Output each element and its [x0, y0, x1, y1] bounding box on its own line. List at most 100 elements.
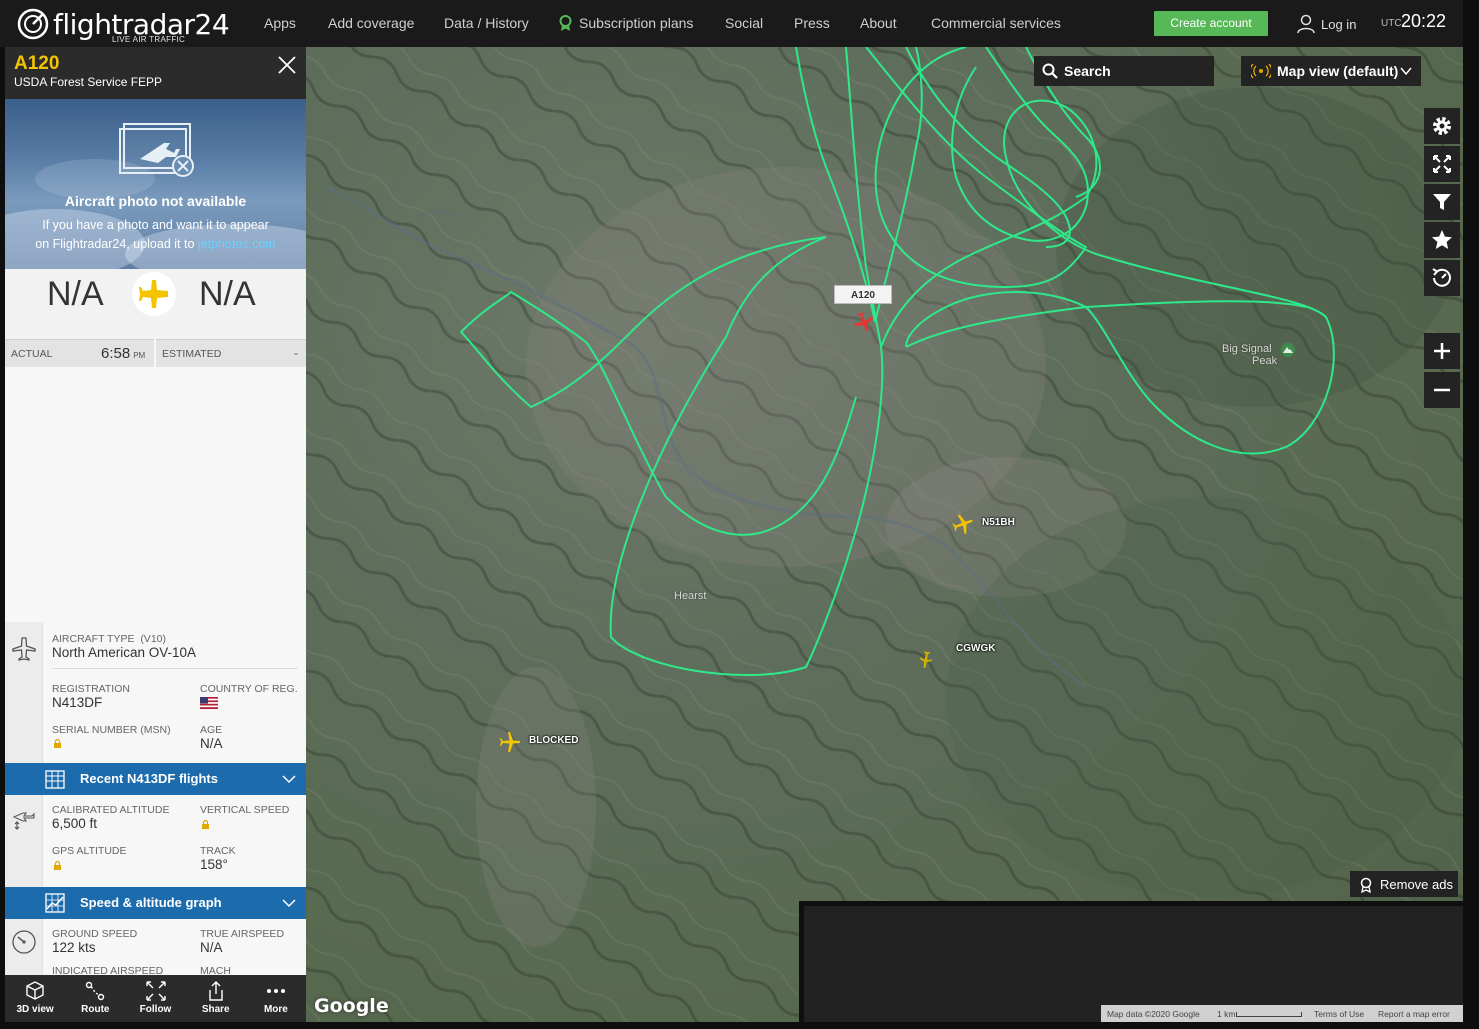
nav-press[interactable]: Press: [794, 15, 830, 31]
arrival-airport: N/A: [199, 275, 256, 313]
search-icon: [1042, 63, 1058, 79]
altitude-icon: [12, 812, 35, 830]
flight-callsign: A120: [14, 53, 60, 74]
terms-of-use-link[interactable]: Terms of Use: [1314, 1009, 1364, 1019]
remove-ads-label: Remove ads: [1380, 877, 1453, 892]
more-dots-icon: [266, 989, 285, 993]
aircraft-cgwgk-label[interactable]: CGWGK: [956, 643, 995, 654]
actual-time-label: ACTUAL: [11, 348, 53, 360]
aircraft-cgwgk-icon[interactable]: [918, 649, 934, 669]
map-scale-label: 1 km: [1217, 1009, 1236, 1019]
recent-flights-bar[interactable]: Recent N413DF flights: [5, 763, 306, 795]
place-peak-label-2: Peak: [1252, 355, 1278, 367]
zoom-out-button[interactable]: [1424, 372, 1460, 408]
follow-button[interactable]: Follow: [125, 975, 185, 1022]
nav-data-history[interactable]: Data / History: [444, 15, 529, 31]
ground-speed-value: 122 kts: [52, 940, 96, 955]
map-canvas[interactable]: Search Map view (default) A120 N51BH CGW…: [306, 47, 1463, 1022]
nav-commercial-services[interactable]: Commercial services: [931, 15, 1061, 31]
calibrated-altitude-label: CALIBRATED ALTITUDE: [52, 804, 170, 816]
search-box[interactable]: Search: [1034, 56, 1214, 86]
jetphotos-link[interactable]: jetphotos.com: [198, 237, 276, 251]
map-view-selector[interactable]: Map view (default): [1241, 56, 1421, 86]
follow-label: Follow: [139, 1004, 172, 1015]
favorites-button[interactable]: [1424, 222, 1460, 258]
aircraft-info-section: AIRCRAFT TYPE (V10) North American OV-10…: [5, 622, 306, 763]
place-peak-label-1: Big Signal: [1222, 343, 1272, 355]
settings-button[interactable]: [1424, 108, 1460, 144]
create-account-button[interactable]: Create account: [1154, 11, 1268, 36]
3d-view-button[interactable]: 3D view: [5, 975, 65, 1022]
remove-ads-button[interactable]: Remove ads: [1350, 871, 1458, 897]
gear-icon: [1433, 117, 1451, 135]
graph-label: Speed & altitude graph: [80, 895, 222, 910]
track-value: 158°: [200, 857, 228, 872]
user-icon: [1297, 14, 1315, 34]
aircraft-type-label: AIRCRAFT TYPE (V10): [52, 633, 166, 645]
times-divider: [154, 339, 156, 367]
route-button[interactable]: Route: [65, 975, 125, 1022]
nav-social[interactable]: Social: [725, 15, 763, 31]
selected-aircraft-label[interactable]: A120: [834, 285, 892, 304]
aircraft-n51bh-icon[interactable]: [951, 512, 975, 536]
mountain-peak-icon: [1281, 343, 1295, 357]
nav-about[interactable]: About: [860, 15, 897, 31]
photo-unavailable-text-1: If you have a photo and want it to appea…: [42, 218, 269, 232]
selected-aircraft-icon[interactable]: [852, 310, 876, 334]
route-label: Route: [81, 1004, 110, 1015]
photo-upload-text: on Flightradar24, upload it to: [35, 237, 195, 251]
aircraft-icon: [12, 637, 36, 661]
login-label: Log in: [1321, 16, 1357, 32]
speed-altitude-graph-bar[interactable]: Speed & altitude graph: [5, 887, 306, 919]
registration-label: REGISTRATION: [52, 683, 130, 695]
country-label: COUNTRY OF REG.: [200, 683, 298, 695]
aircraft-blocked-icon[interactable]: [498, 730, 522, 754]
flightradar24-logo[interactable]: flightradar24 LIVE AIR TRAFFIC: [17, 6, 230, 44]
report-map-error-link[interactable]: Report a map error: [1378, 1009, 1450, 1019]
map-scale-bar: [1236, 1012, 1302, 1017]
lock-icon: [202, 820, 209, 829]
aircraft-n51bh-label[interactable]: N51BH: [982, 517, 1015, 528]
map-attribution: Map data ©2020 Google 1 km Terms of Use …: [1101, 1005, 1463, 1022]
photo-unavailable-title: Aircraft photo not available: [64, 193, 247, 209]
more-button[interactable]: More: [246, 975, 306, 1022]
aircraft-blocked-label[interactable]: BLOCKED: [529, 735, 578, 746]
flight-times: N/A N/A ACTUAL 6:58 PM ESTIMATED -: [5, 269, 306, 367]
aircraft-photo-placeholder: Aircraft photo not available If you have…: [5, 99, 306, 269]
share-icon: [209, 981, 223, 1001]
login-button[interactable]: Log in: [1297, 12, 1356, 36]
filter-button[interactable]: [1424, 184, 1460, 220]
badge-icon: [1360, 877, 1372, 893]
lock-icon: [54, 739, 61, 748]
lock-icon: [54, 861, 61, 870]
estimated-time-label: ESTIMATED: [162, 348, 222, 360]
ad-space: [5, 367, 306, 622]
photo-unavailable-text-2: on Flightradar24, upload it to jetphotos…: [5, 237, 306, 251]
playback-button[interactable]: [1424, 260, 1460, 296]
serial-number-label: SERIAL NUMBER (MSN): [52, 724, 171, 736]
departure-airport: N/A: [47, 275, 104, 313]
search-placeholder: Search: [1064, 63, 1111, 79]
terrain-layer: [306, 47, 1463, 1022]
fullscreen-button[interactable]: [1424, 146, 1460, 182]
advertisement-box: [799, 901, 1463, 1022]
more-label: More: [263, 1004, 288, 1015]
no-photo-icon: [119, 123, 194, 177]
place-town-label: Hearst: [674, 590, 707, 602]
gps-altitude-label: GPS ALTITUDE: [52, 845, 127, 857]
nav-subscription-plans[interactable]: Subscription plans: [579, 15, 693, 31]
airplane-icon: [139, 280, 168, 308]
nav-apps[interactable]: Apps: [264, 15, 296, 31]
share-label: Share: [201, 1004, 230, 1015]
age-value: N/A: [200, 736, 223, 751]
route-icon: [86, 981, 105, 1001]
close-icon[interactable]: [275, 53, 299, 77]
zoom-in-button[interactable]: [1424, 333, 1460, 369]
map-view-label: Map view (default): [1277, 63, 1399, 79]
calendar-icon: [45, 770, 65, 789]
3d-cube-icon: [26, 981, 44, 1000]
graph-icon: [45, 893, 65, 913]
nav-add-coverage[interactable]: Add coverage: [328, 15, 414, 31]
track-label: TRACK: [200, 845, 236, 857]
share-button[interactable]: Share: [186, 975, 246, 1022]
